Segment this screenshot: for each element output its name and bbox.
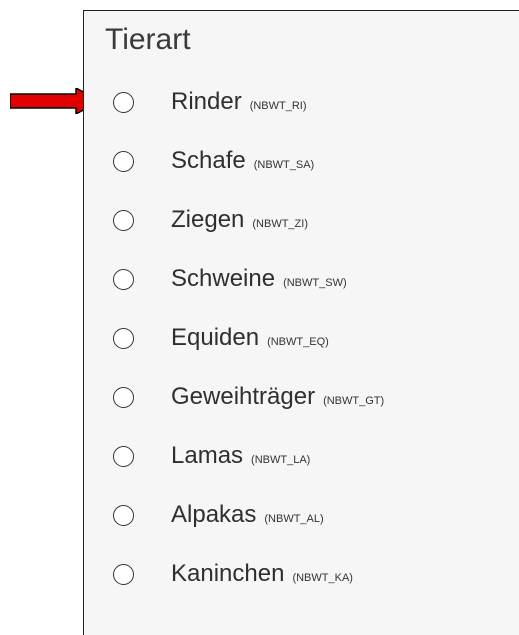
radio-button[interactable] (113, 209, 134, 231)
option-code: (NBWT_RI) (249, 100, 307, 112)
option-lamas[interactable]: Lamas (NBWT_LA) (84, 436, 519, 476)
option-code: (NBWT_SA) (253, 159, 315, 171)
radio-button[interactable] (113, 268, 134, 290)
option-code: (NBWT_LA) (251, 454, 311, 466)
option-label: Equiden (171, 324, 260, 351)
radio-button[interactable] (113, 563, 134, 585)
option-code: (NBWT_KA) (292, 572, 353, 584)
option-code: (NBWT_GT) (323, 395, 385, 407)
radio-button[interactable] (113, 327, 134, 349)
option-schweine[interactable]: Schweine (NBWT_SW) (84, 259, 519, 299)
option-label: Schweine (171, 265, 276, 292)
option-kaninchen[interactable]: Kaninchen (NBWT_KA) (84, 554, 519, 594)
option-label: Alpakas (171, 501, 257, 528)
option-label: Ziegen (171, 206, 245, 233)
option-label: Rinder (171, 88, 242, 115)
radio-button[interactable] (113, 504, 134, 526)
option-label: Kaninchen (171, 560, 285, 587)
option-label: Lamas (171, 442, 244, 469)
option-rinder[interactable]: Rinder (NBWT_RI) (84, 82, 519, 122)
panel-title: Tierart (105, 23, 191, 56)
option-ziegen[interactable]: Ziegen (NBWT_ZI) (84, 200, 519, 240)
option-code: (NBWT_EQ) (267, 336, 329, 348)
page: Tierart Rinder (NBWT_RI) Schafe (NBWT_SA… (0, 0, 519, 635)
option-schafe[interactable]: Schafe (NBWT_SA) (84, 141, 519, 181)
tierart-panel: Tierart Rinder (NBWT_RI) Schafe (NBWT_SA… (83, 10, 519, 635)
option-geweihtraeger[interactable]: Geweihträger (NBWT_GT) (84, 377, 519, 417)
option-code: (NBWT_SW) (283, 277, 347, 289)
radio-button[interactable] (113, 445, 134, 467)
radio-button[interactable] (113, 386, 134, 408)
option-code: (NBWT_AL) (264, 513, 324, 525)
radio-button[interactable] (113, 150, 134, 172)
option-equiden[interactable]: Equiden (NBWT_EQ) (84, 318, 519, 358)
option-alpakas[interactable]: Alpakas (NBWT_AL) (84, 495, 519, 535)
option-code: (NBWT_ZI) (252, 218, 308, 230)
option-label: Schafe (171, 147, 246, 174)
option-label: Geweihträger (171, 383, 316, 410)
radio-button[interactable] (113, 91, 134, 113)
